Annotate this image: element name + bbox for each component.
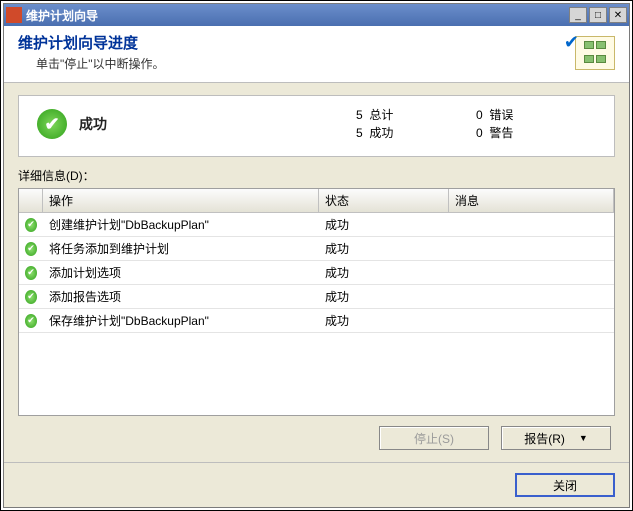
details-label: 详细信息(D)： xyxy=(18,167,615,184)
table-row[interactable]: ✔ 保存维护计划"DbBackupPlan"成功 xyxy=(19,309,614,333)
cell-message xyxy=(449,222,614,228)
warning-row: 0 警告 xyxy=(476,124,596,142)
success-icon: ✔ xyxy=(37,109,67,139)
details-grid: 操作 状态 消息 ✔创建维护计划"DbBackupPlan"成功✔将任务添加到维… xyxy=(18,188,615,416)
cell-state: 成功 xyxy=(319,213,449,236)
page-subtitle: 单击"停止"以中断操作。 xyxy=(18,55,575,72)
report-button[interactable]: 报告(R) ▼ xyxy=(501,426,611,450)
cell-message xyxy=(449,246,614,252)
table-row[interactable]: ✔ 添加报告选项成功 xyxy=(19,285,614,309)
total-row: 5 总计 xyxy=(356,106,476,124)
cell-operation: 添加报告选项 xyxy=(43,285,319,308)
success-icon: ✔ xyxy=(25,266,37,280)
page-title: 维护计划向导进度 xyxy=(18,32,575,53)
grid-header: 操作 状态 消息 xyxy=(19,189,614,213)
table-row[interactable]: ✔ 创建维护计划"DbBackupPlan"成功 xyxy=(19,213,614,237)
summary-panel: ✔ 成功 5 总计 5 成功 0 错误 0 警告 xyxy=(18,95,615,157)
col-icon[interactable] xyxy=(19,189,43,212)
wizard-window: 维护计划向导 _ □ ✕ 维护计划向导进度 单击"停止"以中断操作。 ✔ ✔ 成… xyxy=(3,3,630,508)
col-message[interactable]: 消息 xyxy=(449,189,614,212)
close-window-button[interactable]: ✕ xyxy=(609,7,627,23)
col-state[interactable]: 状态 xyxy=(319,189,449,212)
error-row: 0 错误 xyxy=(476,106,596,124)
maximize-button[interactable]: □ xyxy=(589,7,607,23)
cell-state: 成功 xyxy=(319,261,449,284)
summary-status: 成功 xyxy=(79,114,107,134)
cell-message xyxy=(449,294,614,300)
success-icon: ✔ xyxy=(25,314,37,328)
chevron-down-icon: ▼ xyxy=(579,433,588,443)
close-button[interactable]: 关闭 xyxy=(515,473,615,497)
app-icon xyxy=(6,7,22,23)
success-icon: ✔ xyxy=(25,218,37,232)
success-row: 5 成功 xyxy=(356,124,476,142)
report-button-label: 报告(R) xyxy=(524,430,565,447)
table-row[interactable]: ✔ 将任务添加到维护计划成功 xyxy=(19,237,614,261)
col-operation[interactable]: 操作 xyxy=(43,189,319,212)
minimize-button[interactable]: _ xyxy=(569,7,587,23)
table-row[interactable]: ✔ 添加计划选项成功 xyxy=(19,261,614,285)
cell-operation: 创建维护计划"DbBackupPlan" xyxy=(43,213,319,236)
cell-state: 成功 xyxy=(319,285,449,308)
cell-operation: 添加计划选项 xyxy=(43,261,319,284)
window-title: 维护计划向导 xyxy=(26,7,567,24)
cell-state: 成功 xyxy=(319,237,449,260)
cell-operation: 将任务添加到维护计划 xyxy=(43,237,319,260)
success-icon: ✔ xyxy=(25,242,37,256)
checkmark-icon: ✔ xyxy=(564,32,579,53)
stop-button: 停止(S) xyxy=(379,426,489,450)
wizard-icon xyxy=(575,36,615,70)
success-icon: ✔ xyxy=(25,290,37,304)
titlebar: 维护计划向导 _ □ ✕ xyxy=(4,4,629,26)
cell-state: 成功 xyxy=(319,309,449,332)
cell-message xyxy=(449,318,614,324)
cell-message xyxy=(449,270,614,276)
header: 维护计划向导进度 单击"停止"以中断操作。 ✔ xyxy=(4,26,629,83)
cell-operation: 保存维护计划"DbBackupPlan" xyxy=(43,309,319,332)
